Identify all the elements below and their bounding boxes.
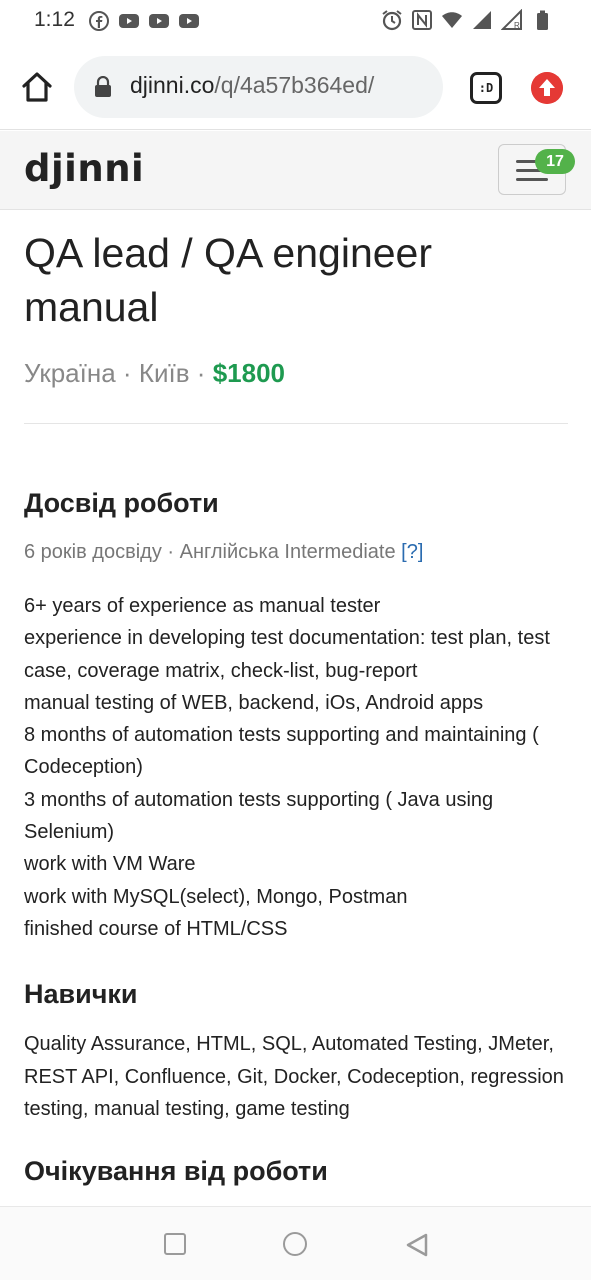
english-help-link[interactable]: [?] [401,541,423,563]
meta-separator: · [122,358,132,388]
alarm-icon [382,10,402,31]
site-logo[interactable]: djinni [24,147,144,190]
youtube-icon [149,14,169,28]
url-domain: djinni.co [130,72,215,98]
signal-roaming-icon: R [501,9,522,30]
experience-line: 3 months of automation tests supporting … [24,788,494,844]
job-salary: $1800 [212,358,285,388]
home-icon[interactable] [18,68,56,106]
experience-line: work with VM Ware [24,853,196,876]
experience-line: 6+ years of experience as manual tester [24,595,381,617]
wifi-icon [442,12,462,28]
experience-heading: Досвід роботи [24,488,219,518]
notification-badge: 17 [535,149,575,174]
home-button-icon[interactable] [283,1232,307,1256]
meta-separator: · [196,358,206,388]
back-icon[interactable] [404,1232,430,1258]
experience-line: finished course of HTML/CSS [24,917,288,940]
job-country: Україна [24,358,116,388]
address-bar[interactable]: djinni.co/q/4a57b364ed/ [74,56,443,118]
facebook-icon [89,11,109,31]
upload-icon[interactable] [531,72,563,104]
tab-switcher-button[interactable]: :D [470,72,502,104]
expectations-heading: Очікування від роботи [24,1156,328,1187]
experience-line: manual testing of WEB, backend, iOs, And… [24,691,484,714]
job-location-salary: Україна · Київ · $1800 [24,358,568,389]
status-bar: 1:12 R [0,0,591,44]
youtube-icon [179,14,199,28]
lock-icon [95,76,111,97]
battery-icon [537,10,548,30]
divider [24,423,568,424]
site-header: djinni [0,131,591,210]
system-nav-bar [0,1206,591,1280]
experience-line: 8 months of automation tests supporting … [24,724,539,779]
signal-icon [473,11,491,29]
skills-heading: Навички [24,979,138,1010]
youtube-icon [119,14,139,28]
url-path: /q/4a57b364ed/ [214,72,375,98]
nfc-icon [412,10,432,30]
svg-text:R: R [514,21,520,30]
experience-line: work with MySQL(select), Mongo, Postman [24,885,408,908]
browser-toolbar: djinni.co/q/4a57b364ed/ :D [0,44,591,130]
notification-icons [88,10,200,32]
skills-list: Quality Assurance, HTML, SQL, Automated … [24,1033,564,1120]
job-content: QA lead / QA engineer manual Україна · К… [24,226,568,1187]
recents-icon[interactable] [164,1233,186,1255]
status-time: 1:12 [34,8,75,31]
experience-line: experience in developing test documentat… [24,627,550,682]
experience-description: 6+ years of experience as manual tester … [24,590,568,945]
url-text: djinni.co/q/4a57b364ed/ [130,72,374,99]
experience-summary: 6 років досвіду · Англійська Intermediat… [24,541,396,563]
job-city: Київ [138,358,190,388]
experience-meta: 6 років досвіду · Англійська Intermediat… [24,541,568,564]
job-title: QA lead / QA engineer manual [24,230,432,330]
system-icons: R [381,9,553,31]
